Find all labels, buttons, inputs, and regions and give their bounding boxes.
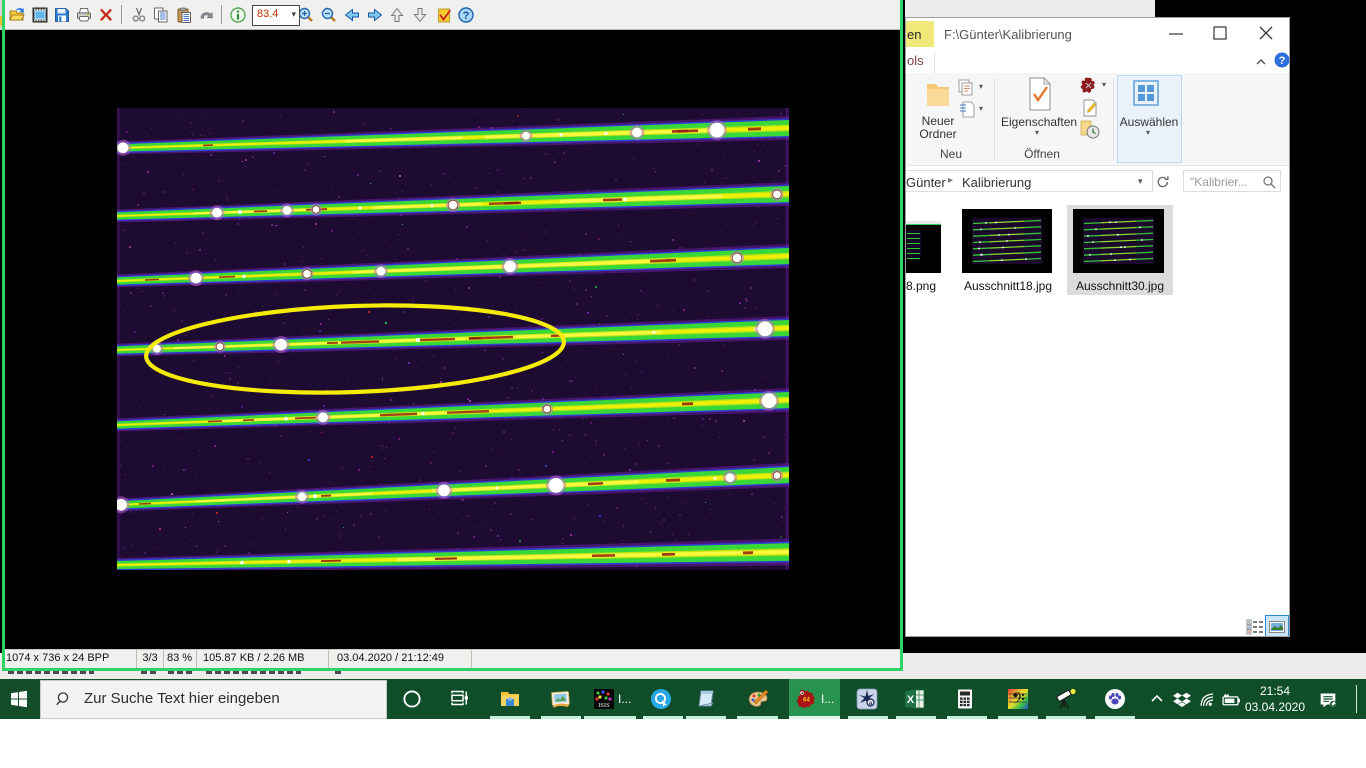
svg-text:?: ? xyxy=(463,10,470,22)
svg-text:?: ? xyxy=(1279,55,1286,67)
svg-text:ISIS: ISIS xyxy=(598,702,610,709)
svg-text:X: X xyxy=(907,694,915,706)
svg-text:64: 64 xyxy=(803,698,810,704)
